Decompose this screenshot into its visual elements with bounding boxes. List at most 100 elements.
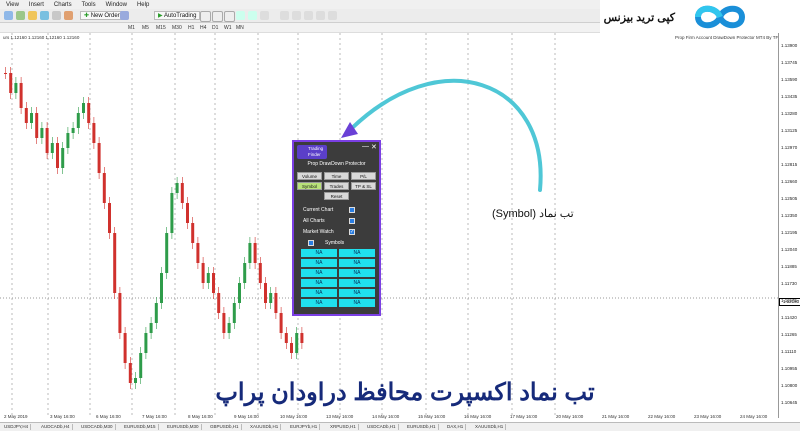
tf-mn[interactable]: MN bbox=[236, 24, 244, 32]
menu-insert[interactable]: Insert bbox=[29, 2, 44, 8]
trendline-icon[interactable] bbox=[328, 11, 337, 20]
tf-h4[interactable]: H4 bbox=[200, 24, 206, 32]
market-watch-checkbox[interactable]: ✓ bbox=[349, 229, 355, 235]
tf-h1[interactable]: H1 bbox=[188, 24, 194, 32]
tf-w1[interactable]: W1 bbox=[224, 24, 232, 32]
menu-tools[interactable]: Tools bbox=[82, 2, 96, 8]
menu-window[interactable]: Window bbox=[106, 2, 127, 8]
line-chart-icon[interactable] bbox=[224, 11, 235, 22]
symbol-tab[interactable]: EURJPYb,H1 bbox=[288, 424, 321, 430]
date-tick: 13 May 16:00 bbox=[326, 414, 354, 419]
tile-icon[interactable] bbox=[260, 11, 269, 20]
symbol-cell[interactable]: NA bbox=[301, 299, 337, 307]
price-chart[interactable] bbox=[0, 33, 778, 418]
tab-trades[interactable]: Trades bbox=[324, 182, 349, 190]
cursor-icon[interactable] bbox=[280, 11, 289, 20]
autotrading-label: AutoTrading bbox=[163, 13, 197, 19]
symbol-tab[interactable]: USDCADb,H1 bbox=[365, 424, 399, 430]
symbol-tab[interactable]: EURUSDb,H1 bbox=[405, 424, 439, 430]
price-tick: 1.11265 bbox=[781, 332, 797, 337]
symbol-tab[interactable]: EURUSDb,M30 bbox=[165, 424, 202, 430]
symbol-cell[interactable]: NA bbox=[339, 259, 375, 267]
date-tick: 17 May 16:00 bbox=[510, 414, 538, 419]
zoom-out-icon[interactable] bbox=[248, 11, 257, 20]
close-icon[interactable]: ✕ bbox=[371, 143, 377, 151]
price-tick: 1.12970 bbox=[781, 145, 798, 150]
candle-body bbox=[264, 283, 267, 303]
market-watch-icon[interactable] bbox=[28, 11, 37, 20]
symbol-cell[interactable]: NA bbox=[301, 269, 337, 277]
candle-body bbox=[206, 273, 210, 283]
tf-d1[interactable]: D1 bbox=[212, 24, 218, 32]
date-tick: 15 May 16:00 bbox=[418, 414, 446, 419]
candle-body bbox=[269, 293, 273, 303]
symbol-tab[interactable]: XAUUSDb,H1 bbox=[473, 424, 507, 430]
symbol-tab[interactable]: AUDCADb,H4 bbox=[39, 424, 73, 430]
tab-symbol[interactable]: Symbol bbox=[297, 182, 322, 190]
candle-body bbox=[71, 128, 75, 133]
tf-m5[interactable]: M5 bbox=[142, 24, 149, 32]
symbol-cell[interactable]: NA bbox=[301, 289, 337, 297]
menu-help[interactable]: Help bbox=[137, 2, 149, 8]
all-charts-checkbox[interactable] bbox=[349, 218, 355, 224]
symbol-cell[interactable]: NA bbox=[301, 279, 337, 287]
vertical-line-icon[interactable] bbox=[304, 11, 313, 20]
symbol-tab[interactable]: GBPUSDb,H1 bbox=[208, 424, 242, 430]
autotrading-button[interactable]: ▶ AutoTrading bbox=[154, 11, 201, 20]
candle-body bbox=[300, 333, 304, 343]
candle-body bbox=[180, 183, 184, 203]
horizontal-line-icon[interactable] bbox=[316, 11, 325, 20]
bar-chart-icon[interactable] bbox=[200, 11, 211, 22]
new-order-button[interactable]: ✚ New Order bbox=[80, 11, 124, 20]
profiles-icon[interactable] bbox=[16, 11, 25, 20]
price-tick: 1.13125 bbox=[781, 128, 798, 133]
tab-pl[interactable]: P/L bbox=[351, 172, 376, 180]
symbol-cell[interactable]: NA bbox=[339, 279, 375, 287]
symbol-tab[interactable]: USDCADb,M30 bbox=[79, 424, 116, 430]
price-tick: 1.11110 bbox=[781, 349, 797, 354]
symbol-cell[interactable]: NA bbox=[339, 269, 375, 277]
zoom-in-icon[interactable] bbox=[236, 11, 245, 20]
candle-body bbox=[165, 233, 169, 273]
symbol-tab[interactable]: XAUUSDb,H1 bbox=[248, 424, 282, 430]
candle-chart-icon[interactable] bbox=[212, 11, 223, 22]
price-tick: 1.12505 bbox=[781, 196, 798, 201]
date-tick: 20 May 16:00 bbox=[556, 414, 584, 419]
tester-icon[interactable] bbox=[64, 11, 73, 20]
symbol-tab[interactable]: USDJPY,H4 bbox=[2, 424, 32, 430]
menu-view[interactable]: View bbox=[6, 2, 19, 8]
navigator-icon[interactable] bbox=[40, 11, 49, 20]
price-tick: 1.12040 bbox=[781, 247, 798, 252]
current-chart-checkbox[interactable] bbox=[349, 207, 355, 213]
metaeditor-icon[interactable] bbox=[120, 11, 129, 20]
tab-volume[interactable]: Volume bbox=[297, 172, 322, 180]
symbol-cell[interactable]: NA bbox=[339, 289, 375, 297]
date-tick: 16 May 16:00 bbox=[464, 414, 492, 419]
tf-m30[interactable]: M30 bbox=[172, 24, 182, 32]
symbols-checkbox[interactable] bbox=[308, 240, 314, 246]
symbol-cell[interactable]: NA bbox=[339, 299, 375, 307]
tab-time[interactable]: Time bbox=[324, 172, 349, 180]
symbol-tab[interactable]: XRPUSD,H1 bbox=[328, 424, 359, 430]
candle-body bbox=[186, 203, 189, 223]
terminal-icon[interactable] bbox=[52, 11, 61, 20]
date-tick: 14 May 16:00 bbox=[372, 414, 400, 419]
tab-tp-sl[interactable]: TP & SL bbox=[351, 182, 376, 190]
crosshair-icon[interactable] bbox=[292, 11, 301, 20]
tf-m15[interactable]: M15 bbox=[156, 24, 166, 32]
new-chart-icon[interactable] bbox=[4, 11, 13, 20]
tf-m1[interactable]: M1 bbox=[128, 24, 135, 32]
symbol-cell[interactable]: NA bbox=[339, 249, 375, 257]
minimize-icon[interactable]: — bbox=[362, 143, 369, 150]
menu-charts[interactable]: Charts bbox=[54, 2, 72, 8]
symbol-tab[interactable]: DAX,H1 bbox=[445, 424, 467, 430]
symbol-tab[interactable]: EURUSDb,M15 bbox=[122, 424, 159, 430]
date-tick: 10 May 16:00 bbox=[280, 414, 308, 419]
symbol-cell[interactable]: NA bbox=[301, 249, 337, 257]
reset-button[interactable]: Reset bbox=[324, 192, 349, 200]
candle-body bbox=[113, 233, 117, 293]
price-tick: 1.10955 bbox=[781, 366, 798, 371]
symbol-cell[interactable]: NA bbox=[301, 259, 337, 267]
date-tick: 2 May 2019 bbox=[4, 414, 28, 419]
option-current-chart: Current Chart bbox=[303, 207, 334, 213]
